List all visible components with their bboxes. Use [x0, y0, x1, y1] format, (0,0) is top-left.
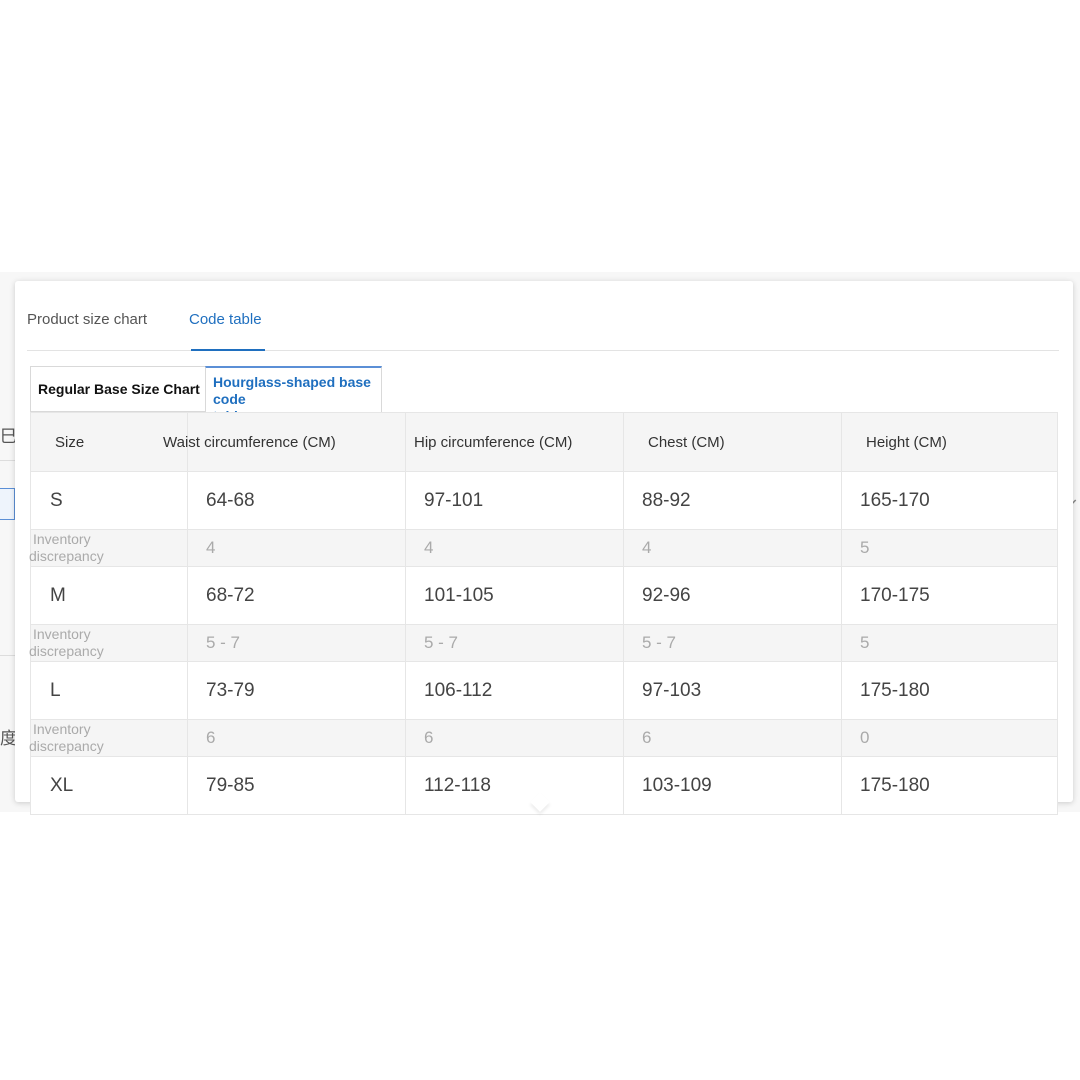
- discrepancy-row: Inventory discrepancy 5 - 7 5 - 7 5 - 7 5: [29, 624, 1058, 662]
- active-tab-indicator: [191, 349, 265, 351]
- chest-cell: 92-96: [623, 566, 842, 625]
- tab-bar: Product size chart Code table: [27, 281, 1059, 351]
- tab-product-size-chart[interactable]: Product size chart: [27, 311, 147, 328]
- hip-cell: 97-101: [405, 471, 624, 530]
- discrepancy-cell: 5 - 7: [405, 624, 624, 662]
- discrepancy-cell: 4: [623, 529, 842, 567]
- discrepancy-label: Inventory discrepancy: [29, 719, 188, 757]
- discrepancy-row: Inventory discrepancy 4 4 4 5: [29, 529, 1058, 567]
- table-row: M 68-72 101-105 92-96 170-175: [30, 566, 1058, 625]
- discrepancy-label: Inventory discrepancy: [29, 529, 188, 567]
- table-row: S 64-68 97-101 88-92 165-170: [30, 471, 1058, 530]
- discrepancy-row: Inventory discrepancy 6 6 6 0: [29, 719, 1058, 757]
- size-cell: L: [30, 661, 188, 720]
- size-chart-popover: Product size chart Code table Regular Ba…: [15, 281, 1073, 815]
- hip-cell: 112-118: [405, 756, 624, 815]
- discrepancy-cell: 6: [623, 719, 842, 757]
- discrepancy-cell: 5: [841, 624, 1058, 662]
- chest-cell: 97-103: [623, 661, 842, 720]
- background-divider: [0, 655, 16, 656]
- discrepancy-cell: 6: [405, 719, 624, 757]
- column-header-hip: Hip circumference (CM): [405, 412, 624, 472]
- discrepancy-label: Inventory discrepancy: [29, 624, 188, 662]
- column-header-chest: Chest (CM): [623, 412, 842, 472]
- discrepancy-cell: 0: [841, 719, 1058, 757]
- height-cell: 175-180: [841, 661, 1058, 720]
- background-divider: [0, 460, 16, 461]
- column-header-height: Height (CM): [841, 412, 1058, 472]
- discrepancy-cell: 5 - 7: [623, 624, 842, 662]
- hip-cell: 106-112: [405, 661, 624, 720]
- discrepancy-cell: 5: [841, 529, 1058, 567]
- size-cell: S: [30, 471, 188, 530]
- subtab-hourglass-base-code-table[interactable]: Hourglass-shaped base code table: [205, 366, 382, 424]
- waist-cell: 73-79: [187, 661, 406, 720]
- table-row: L 73-79 106-112 97-103 175-180: [30, 661, 1058, 720]
- size-table: Size Waist circumference (CM) Hip circum…: [29, 412, 1058, 815]
- height-cell: 175-180: [841, 756, 1058, 815]
- height-cell: 165-170: [841, 471, 1058, 530]
- hip-cell: 101-105: [405, 566, 624, 625]
- height-cell: 170-175: [841, 566, 1058, 625]
- subtab-label-line: Hourglass-shaped base code: [213, 374, 371, 407]
- size-cell: XL: [30, 756, 188, 815]
- chest-cell: 103-109: [623, 756, 842, 815]
- discrepancy-cell: 4: [405, 529, 624, 567]
- size-cell: M: [30, 566, 188, 625]
- table-header-row: Size Waist circumference (CM) Hip circum…: [30, 412, 1058, 472]
- background-fragment: [0, 488, 15, 520]
- tab-code-table[interactable]: Code table: [189, 311, 262, 328]
- discrepancy-cell: 6: [187, 719, 406, 757]
- discrepancy-cell: 5 - 7: [187, 624, 406, 662]
- waist-cell: 79-85: [187, 756, 406, 815]
- waist-cell: 68-72: [187, 566, 406, 625]
- chest-cell: 88-92: [623, 471, 842, 530]
- waist-cell: 64-68: [187, 471, 406, 530]
- discrepancy-cell: 4: [187, 529, 406, 567]
- column-header-waist: Waist circumference (CM): [163, 412, 406, 472]
- subtab-regular-base-size-chart[interactable]: Regular Base Size Chart: [30, 366, 206, 412]
